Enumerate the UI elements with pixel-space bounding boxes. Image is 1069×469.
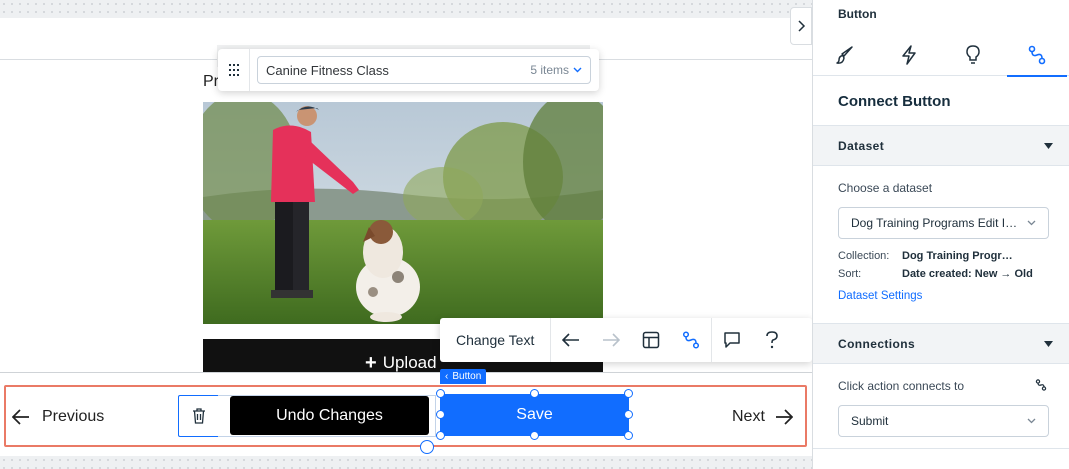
canvas-dot-grid — [0, 0, 812, 18]
delete-button[interactable] — [178, 395, 218, 437]
trash-icon — [192, 408, 205, 424]
editor-canvas: Pr Canine Fitness Class 5 items + Upload… — [0, 0, 812, 469]
dataset-settings-link[interactable]: Dataset Settings — [838, 290, 922, 302]
dataset-select-value: Dog Training Programs Edit I… — [851, 216, 1018, 230]
previous-button[interactable]: Previous — [12, 403, 104, 431]
previous-label: Previous — [42, 408, 105, 425]
undo-arrow-icon[interactable] — [551, 318, 591, 362]
dataset-dropdown[interactable]: Canine Fitness Class 5 items — [257, 56, 591, 84]
connections-section-header[interactable]: Connections — [813, 323, 1069, 364]
choose-dataset-label: Choose a dataset — [838, 181, 933, 195]
inspector-panel: Button Connect Button Dataset Choose a d… — [812, 0, 1069, 469]
sort-value: Date created: New → Old — [902, 268, 1033, 280]
element-tag-label: Button — [452, 371, 482, 382]
redo-arrow-icon[interactable] — [591, 318, 631, 362]
tab-animation[interactable] — [877, 33, 941, 76]
connect-data-icon — [1028, 45, 1046, 64]
dataset-section-label: Dataset — [838, 138, 885, 153]
upload-button-label: Upload — [382, 353, 437, 372]
undo-changes-button[interactable]: Undo Changes — [230, 396, 429, 435]
selected-element-tag[interactable]: ‹ Button — [440, 369, 487, 384]
click-action-value: Submit — [851, 414, 889, 428]
panel-title: Button — [838, 7, 877, 21]
arrow-left-icon — [12, 409, 29, 425]
collection-row: Collection: Dog Training Progr… — [838, 250, 1013, 262]
connect-data-icon[interactable] — [671, 318, 711, 362]
chevron-right-icon — [798, 20, 806, 32]
lightning-icon — [902, 44, 916, 65]
panel-bottom-divider — [813, 448, 1069, 449]
collapse-panel-button[interactable] — [790, 7, 812, 45]
layout-icon[interactable] — [631, 318, 671, 362]
chevron-down-icon — [1027, 418, 1036, 424]
element-action-toolbar: Change Text — [440, 318, 812, 362]
dataset-name: Canine Fitness Class — [266, 62, 389, 78]
help-icon[interactable] — [752, 318, 792, 362]
resize-handle-top-right[interactable] — [624, 389, 633, 398]
comment-icon[interactable] — [712, 318, 752, 362]
click-action-select[interactable]: Submit — [838, 405, 1049, 437]
change-text-button[interactable]: Change Text — [440, 318, 552, 362]
next-button[interactable]: Next — [732, 403, 793, 431]
tab-help[interactable] — [941, 33, 1005, 76]
tab-connect[interactable] — [1005, 33, 1069, 77]
connections-section-label: Connections — [838, 336, 916, 351]
resize-handle-right[interactable] — [624, 410, 633, 419]
save-button[interactable]: Save — [440, 394, 629, 436]
dataset-toolbar: Canine Fitness Class 5 items — [218, 49, 599, 91]
rotate-handle[interactable] — [420, 440, 434, 454]
dataset-item-count: 5 items — [530, 63, 569, 77]
sort-row: Sort: Date created: New → Old — [838, 268, 1033, 280]
canvas-dot-grid-bottom — [0, 456, 812, 469]
dataset-section-header[interactable]: Dataset — [813, 125, 1069, 166]
collection-value: Dog Training Progr… — [902, 250, 1013, 262]
drag-handle-icon[interactable] — [218, 49, 250, 91]
tab-design[interactable] — [813, 33, 877, 76]
collection-key: Collection: — [838, 250, 890, 262]
caret-down-icon — [1044, 340, 1053, 347]
resize-handle-bottom[interactable] — [530, 431, 539, 440]
chevron-down-icon — [1027, 220, 1036, 226]
program-image[interactable] — [203, 102, 603, 324]
resize-handle-left[interactable] — [436, 410, 445, 419]
panel-heading: Connect Button — [838, 93, 951, 110]
resize-handle-bottom-right[interactable] — [624, 431, 633, 440]
chevron-left-icon: ‹ — [445, 371, 449, 382]
sort-key: Sort: — [838, 268, 862, 280]
click-action-label: Click action connects to — [838, 379, 965, 393]
resize-handle-top[interactable] — [530, 389, 539, 398]
arrow-right-icon — [775, 409, 793, 425]
lightbulb-icon — [966, 44, 980, 64]
chevron-down-icon — [573, 67, 582, 73]
page-title: Pr — [203, 73, 219, 90]
resize-handle-bottom-left[interactable] — [436, 431, 445, 440]
panel-tabs — [813, 33, 1069, 77]
resize-handle-top-left[interactable] — [436, 389, 445, 398]
dataset-select[interactable]: Dog Training Programs Edit I… — [838, 207, 1049, 239]
caret-down-icon — [1044, 142, 1053, 149]
next-label: Next — [732, 408, 765, 425]
design-brush-icon — [836, 45, 853, 64]
connected-indicator-icon — [1035, 379, 1047, 391]
